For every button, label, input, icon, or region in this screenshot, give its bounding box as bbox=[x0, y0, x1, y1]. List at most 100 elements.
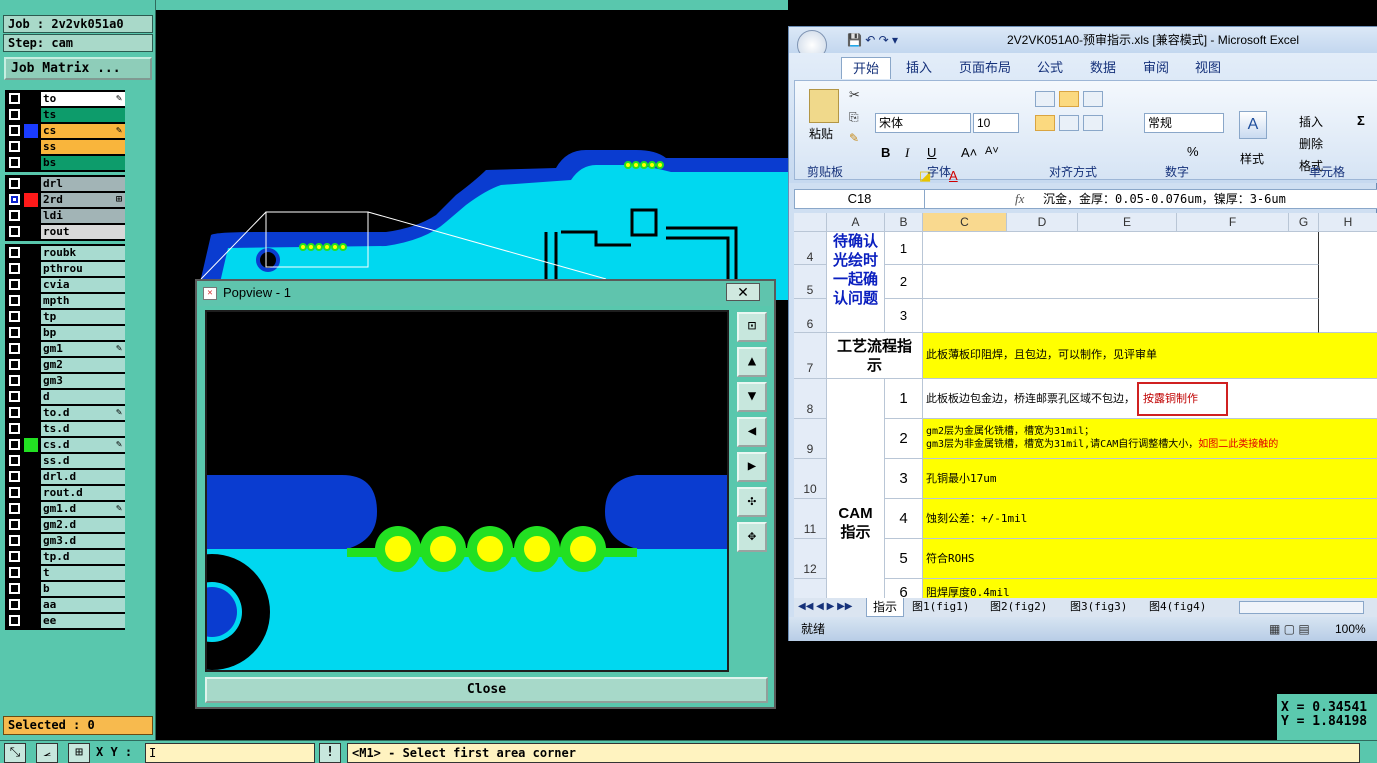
layer-checkbox[interactable] bbox=[9, 375, 20, 386]
layer-checkbox[interactable] bbox=[9, 567, 20, 578]
layer-row-to[interactable]: to ✎ bbox=[6, 91, 126, 107]
row-header[interactable]: 10 bbox=[794, 459, 827, 499]
cam-num[interactable]: 1 bbox=[885, 379, 923, 419]
styles-icon[interactable]: A bbox=[1239, 111, 1267, 139]
col-header[interactable]: A bbox=[827, 213, 885, 232]
layer-checkbox[interactable] bbox=[9, 487, 20, 498]
layer-checkbox[interactable] bbox=[9, 279, 20, 290]
layer-name[interactable]: tp.d bbox=[41, 550, 125, 564]
layer-row-ss[interactable]: ss bbox=[6, 139, 126, 155]
layer-row-bs[interactable]: bs bbox=[6, 155, 126, 171]
layer-name[interactable]: aa bbox=[41, 598, 125, 612]
cam-row-5[interactable]: 符合ROHS bbox=[923, 539, 1377, 579]
cam-num[interactable]: 4 bbox=[885, 499, 923, 539]
cam-num[interactable]: 5 bbox=[885, 539, 923, 579]
sheet-tab-active[interactable]: 指示 bbox=[866, 598, 905, 617]
cam-num[interactable]: 3 bbox=[885, 459, 923, 499]
layer-row-tp-d[interactable]: tp.d bbox=[6, 549, 126, 565]
layer-row-ts-d[interactable]: ts.d bbox=[6, 421, 126, 437]
layer-color-swatch[interactable] bbox=[24, 156, 38, 170]
job-matrix-button[interactable]: Job Matrix ... bbox=[4, 57, 152, 80]
layer-name[interactable]: drl.d bbox=[41, 470, 125, 484]
layer-row-ss-d[interactable]: ss.d bbox=[6, 453, 126, 469]
layer-color-swatch[interactable] bbox=[24, 566, 38, 580]
layer-row-cvia[interactable]: cvia bbox=[6, 277, 126, 293]
layer-name[interactable]: cvia bbox=[41, 278, 125, 292]
layer-row-gm1[interactable]: gm1 ✎ bbox=[6, 341, 126, 357]
c-cell[interactable] bbox=[923, 232, 1319, 265]
layer-name[interactable]: to ✎ bbox=[41, 92, 125, 106]
format-painter-icon[interactable]: ✎ bbox=[849, 131, 859, 145]
layer-checkbox[interactable] bbox=[9, 439, 20, 450]
layer-color-swatch[interactable] bbox=[24, 92, 38, 106]
layer-checkbox[interactable] bbox=[9, 247, 20, 258]
layer-checkbox[interactable] bbox=[9, 311, 20, 322]
xy-input[interactable]: I bbox=[145, 743, 315, 763]
layer-checkbox[interactable] bbox=[9, 599, 20, 610]
sheet-tab[interactable]: 图3(fig3) bbox=[1070, 598, 1127, 616]
layer-name[interactable]: drl bbox=[41, 177, 125, 191]
layer-color-swatch[interactable] bbox=[24, 193, 38, 207]
layer-checkbox[interactable] bbox=[9, 455, 20, 466]
layer-row-gm2[interactable]: gm2 bbox=[6, 357, 126, 373]
layer-color-swatch[interactable] bbox=[24, 358, 38, 372]
layer-checkbox[interactable] bbox=[9, 359, 20, 370]
layer-color-swatch[interactable] bbox=[24, 246, 38, 260]
layer-color-swatch[interactable] bbox=[24, 124, 38, 138]
shrink-font-icon[interactable]: A˅ bbox=[985, 145, 999, 157]
cam-row-3[interactable]: 孔铜最小17um bbox=[923, 459, 1377, 499]
layer-color-swatch[interactable] bbox=[24, 406, 38, 420]
layer-checkbox[interactable] bbox=[9, 407, 20, 418]
tab-data[interactable]: 数据 bbox=[1090, 57, 1116, 79]
alignment-group[interactable] bbox=[1031, 89, 1141, 137]
font-name-select[interactable]: 宋体 bbox=[875, 113, 971, 133]
layer-name[interactable]: bp bbox=[41, 326, 125, 340]
select-all-corner[interactable] bbox=[794, 213, 827, 232]
sheet-tab[interactable]: 图1(fig1) bbox=[912, 598, 969, 616]
layer-color-swatch[interactable] bbox=[24, 486, 38, 500]
layer-row-rout[interactable]: rout bbox=[6, 224, 126, 240]
layer-row-ldi[interactable]: ldi bbox=[6, 208, 126, 224]
pan-right-icon[interactable]: ▶ bbox=[737, 452, 767, 482]
layer-color-swatch[interactable] bbox=[24, 598, 38, 612]
layer-name[interactable]: rout.d bbox=[41, 486, 125, 500]
row-header[interactable]: 12 bbox=[794, 539, 827, 579]
layer-checkbox[interactable] bbox=[9, 263, 20, 274]
layer-color-swatch[interactable] bbox=[24, 278, 38, 292]
layer-row-cs-d[interactable]: cs.d ✎ bbox=[6, 437, 126, 453]
tab-insert[interactable]: 插入 bbox=[906, 57, 932, 79]
layer-checkbox[interactable] bbox=[9, 551, 20, 562]
layer-row-gm3[interactable]: gm3 bbox=[6, 373, 126, 389]
layer-name[interactable]: cs.d ✎ bbox=[41, 438, 125, 452]
layer-color-swatch[interactable] bbox=[24, 108, 38, 122]
insert-cells-button[interactable]: 插入 bbox=[1299, 113, 1323, 130]
layer-name[interactable]: ee bbox=[41, 614, 125, 628]
popview-canvas[interactable] bbox=[205, 310, 729, 672]
layer-row-b[interactable]: b bbox=[6, 581, 126, 597]
tab-home[interactable]: 开始 bbox=[841, 57, 891, 79]
cam-row-6[interactable]: 阻焊厚度0.4mil bbox=[923, 579, 1377, 598]
layer-checkbox[interactable] bbox=[9, 535, 20, 546]
cut-icon[interactable]: ✂ bbox=[849, 87, 860, 103]
layer-row-2rd[interactable]: 2rd ⊞ bbox=[6, 192, 126, 208]
layer-color-swatch[interactable] bbox=[24, 140, 38, 154]
layer-row-ee[interactable]: ee bbox=[6, 613, 126, 629]
layer-color-swatch[interactable] bbox=[24, 614, 38, 628]
layer-checkbox[interactable] bbox=[9, 423, 20, 434]
confirm-cell[interactable]: 待确认光绘时一起确认问题 bbox=[827, 232, 885, 333]
tab-view[interactable]: 视图 bbox=[1195, 57, 1221, 79]
layer-checkbox[interactable] bbox=[9, 178, 20, 189]
layer-row-mpth[interactable]: mpth bbox=[6, 293, 126, 309]
delete-cells-button[interactable]: 删除 bbox=[1299, 135, 1323, 152]
layer-color-swatch[interactable] bbox=[24, 310, 38, 324]
row-header[interactable]: 11 bbox=[794, 499, 827, 539]
layer-checkbox[interactable] bbox=[9, 141, 20, 152]
layer-row-cs[interactable]: cs ✎ bbox=[6, 123, 126, 139]
layer-name[interactable]: ldi bbox=[41, 209, 125, 223]
layer-row-bp[interactable]: bp bbox=[6, 325, 126, 341]
col-header[interactable]: E bbox=[1078, 213, 1177, 232]
layer-color-swatch[interactable] bbox=[24, 438, 38, 452]
layer-name[interactable]: gm3 bbox=[41, 374, 125, 388]
layer-row-gm2-d[interactable]: gm2.d bbox=[6, 517, 126, 533]
horizontal-scrollbar[interactable] bbox=[1239, 601, 1364, 614]
